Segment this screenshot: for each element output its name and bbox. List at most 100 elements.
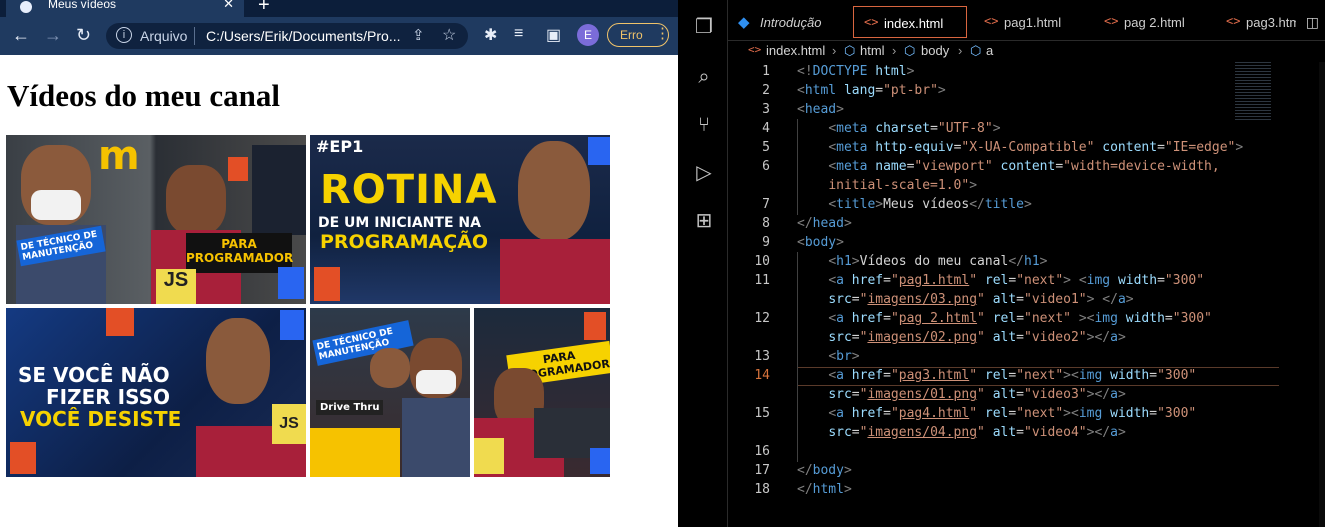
logo-m-icon: m bbox=[98, 135, 140, 179]
menu-dots-icon[interactable]: ⋮ bbox=[655, 25, 670, 43]
vertical-scrollbar[interactable] bbox=[1319, 62, 1325, 527]
share-icon[interactable]: ⇪ bbox=[412, 26, 425, 44]
video-link-3[interactable]: SE VOCÊ NÃO FIZER ISSO VOCÊ DESISTE JS bbox=[6, 308, 306, 477]
address-bar[interactable]: i Arquivo C:/Users/Erik/Documents/Pro...… bbox=[106, 23, 468, 49]
line-number: 3 bbox=[762, 102, 770, 117]
browser-window: Meus vídeos ✕ + ← → ↻ i Arquivo C:/Users… bbox=[0, 0, 678, 527]
tab-pag2-html[interactable]: <> pag 2.html bbox=[1094, 6, 1208, 38]
info-icon[interactable]: i bbox=[116, 27, 132, 43]
tab-introducao[interactable]: ◆ Introdução bbox=[728, 6, 846, 38]
code-line: <br> bbox=[828, 349, 860, 364]
chevron-right-icon: › bbox=[958, 43, 963, 58]
person-face bbox=[370, 348, 410, 388]
extensions-icon[interactable]: ⊞ bbox=[693, 210, 715, 232]
media-control-icon[interactable]: ≡ bbox=[514, 25, 523, 43]
html5-icon bbox=[584, 312, 606, 340]
tab-title: Meus vídeos bbox=[48, 0, 117, 11]
code-line: <a href="pag1.html" rel="next"> <img wid… bbox=[828, 273, 1205, 288]
video-link-4[interactable]: DE TÉCNICO DE MANUTENÇÃO Drive Thru bbox=[310, 308, 470, 477]
line-number: 4 bbox=[762, 121, 770, 136]
code-line: <!DOCTYPE html> bbox=[797, 64, 915, 79]
code-line: initial-scale=1.0"> bbox=[828, 178, 978, 193]
tab-index-html[interactable]: <> index.html bbox=[853, 6, 967, 38]
line-number-current: 14 bbox=[754, 368, 770, 383]
extensions-icon[interactable]: ✱ bbox=[484, 25, 497, 45]
browser-toolbar: ← → ↻ i Arquivo C:/Users/Erik/Documents/… bbox=[0, 17, 678, 55]
line-number: 1 bbox=[762, 64, 770, 79]
run-debug-icon[interactable]: ▷ bbox=[693, 162, 715, 184]
address-divider bbox=[194, 27, 195, 45]
breadcrumb-item[interactable]: body bbox=[921, 43, 949, 58]
code-line: src="imagens/03.png" alt="video1"> </a> bbox=[828, 292, 1134, 307]
breadcrumb-item[interactable]: a bbox=[986, 43, 993, 58]
line-number: 7 bbox=[762, 197, 770, 212]
line-number: 10 bbox=[754, 254, 770, 269]
error-button[interactable]: Erro ⋮ bbox=[607, 23, 670, 47]
symbol-icon: ⬡ bbox=[904, 43, 916, 58]
line-number: 5 bbox=[762, 140, 770, 155]
code-line: src="imagens/04.png" alt="video4"></a> bbox=[828, 425, 1126, 440]
activity-bar: ❐ ⌕ ⑂ ▷ ⊞ bbox=[680, 0, 728, 527]
explorer-icon[interactable]: ❐ bbox=[693, 16, 715, 38]
split-editor-icon[interactable]: ◫ bbox=[1306, 14, 1319, 31]
video-caption: #EP1 bbox=[316, 137, 364, 156]
new-tab-button[interactable]: + bbox=[258, 0, 270, 17]
video-caption: SE VOCÊ NÃO bbox=[18, 363, 170, 387]
video-caption: PARA PROGRAMADOR bbox=[186, 233, 293, 273]
monitor bbox=[252, 145, 306, 235]
html-file-icon: <> bbox=[864, 15, 879, 29]
uniform bbox=[402, 398, 470, 477]
video-link-1[interactable]: m DE TÉCNICO DE MANUTENÇÃO PARA PROGRAMA… bbox=[6, 135, 306, 304]
code-line: </head> bbox=[797, 216, 852, 231]
tab-label: pag3.htm bbox=[1246, 15, 1296, 30]
face-mask bbox=[31, 190, 81, 220]
yellow-banner bbox=[310, 428, 400, 477]
line-number: 11 bbox=[754, 273, 770, 288]
face-mask bbox=[416, 370, 456, 394]
bookmark-star-icon[interactable]: ☆ bbox=[442, 25, 456, 45]
html-file-icon: <> bbox=[1104, 14, 1119, 28]
video-caption: PROGRAMAÇÃO bbox=[320, 231, 489, 253]
css3-icon bbox=[588, 137, 610, 165]
code-line: <meta charset="UTF-8"> bbox=[828, 121, 1001, 136]
source-control-icon[interactable]: ⑂ bbox=[693, 114, 715, 136]
code-line: <h1>Vídeos do meu canal</h1> bbox=[828, 254, 1048, 269]
video-link-5[interactable]: PARA PROGRAMADOR bbox=[474, 308, 610, 477]
back-arrow-icon[interactable]: ← bbox=[12, 25, 30, 46]
code-line: <title>Meus vídeos</title> bbox=[828, 197, 1032, 212]
line-number: 6 bbox=[762, 159, 770, 174]
symbol-icon: ⬡ bbox=[844, 43, 856, 58]
line-number: 17 bbox=[754, 463, 770, 478]
code-line: <a href="pag4.html" rel="next"><img widt… bbox=[828, 406, 1197, 421]
browser-tab[interactable]: Meus vídeos ✕ bbox=[6, 0, 244, 17]
code-line: </html> bbox=[797, 482, 852, 497]
code-line: <a href="pag 2.html" rel="next" ><img wi… bbox=[828, 311, 1212, 326]
reload-icon[interactable]: ↻ bbox=[76, 25, 91, 46]
profile-avatar[interactable]: E bbox=[577, 24, 599, 46]
breadcrumb-item[interactable]: index.html bbox=[766, 43, 825, 58]
line-number: 8 bbox=[762, 216, 770, 231]
minimap[interactable] bbox=[1235, 62, 1271, 122]
tab-pag1-html[interactable]: <> pag1.html bbox=[974, 6, 1088, 38]
close-tab-icon[interactable]: ✕ bbox=[223, 0, 234, 12]
editor-tabs: ◆ Introdução <> index.html <> pag1.html … bbox=[728, 0, 1325, 41]
person-face bbox=[166, 165, 226, 235]
html-file-icon: <> bbox=[984, 14, 999, 28]
line-number: 2 bbox=[762, 83, 770, 98]
code-area[interactable]: 1 2 3 4 5 6 7 8 9 10 11 12 13 14 15 16 1… bbox=[728, 62, 1325, 527]
html5-icon bbox=[106, 308, 134, 336]
url-text[interactable]: C:/Users/Erik/Documents/Pro... bbox=[206, 28, 401, 44]
forward-arrow-icon[interactable]: → bbox=[44, 25, 62, 46]
video-caption: DE UM INICIANTE NA bbox=[318, 215, 481, 231]
video-caption: Drive Thru bbox=[316, 400, 384, 415]
code-line: <meta name="viewport" content="width=dev… bbox=[828, 159, 1220, 174]
search-icon[interactable]: ⌕ bbox=[693, 66, 715, 88]
chevron-right-icon: › bbox=[832, 43, 837, 58]
code-line: src="imagens/01.png" alt="video3"></a> bbox=[828, 387, 1126, 402]
tab-pag3-html[interactable]: <> pag3.htm bbox=[1216, 6, 1296, 38]
breadcrumb-item[interactable]: html bbox=[860, 43, 885, 58]
video-caption: FIZER ISSO bbox=[46, 385, 170, 409]
side-panel-icon[interactable]: ▣ bbox=[546, 25, 561, 45]
video-link-2[interactable]: #EP1 ROTINA DE UM INICIANTE NA PROGRAMAÇ… bbox=[310, 135, 610, 304]
css3-icon bbox=[278, 267, 304, 299]
